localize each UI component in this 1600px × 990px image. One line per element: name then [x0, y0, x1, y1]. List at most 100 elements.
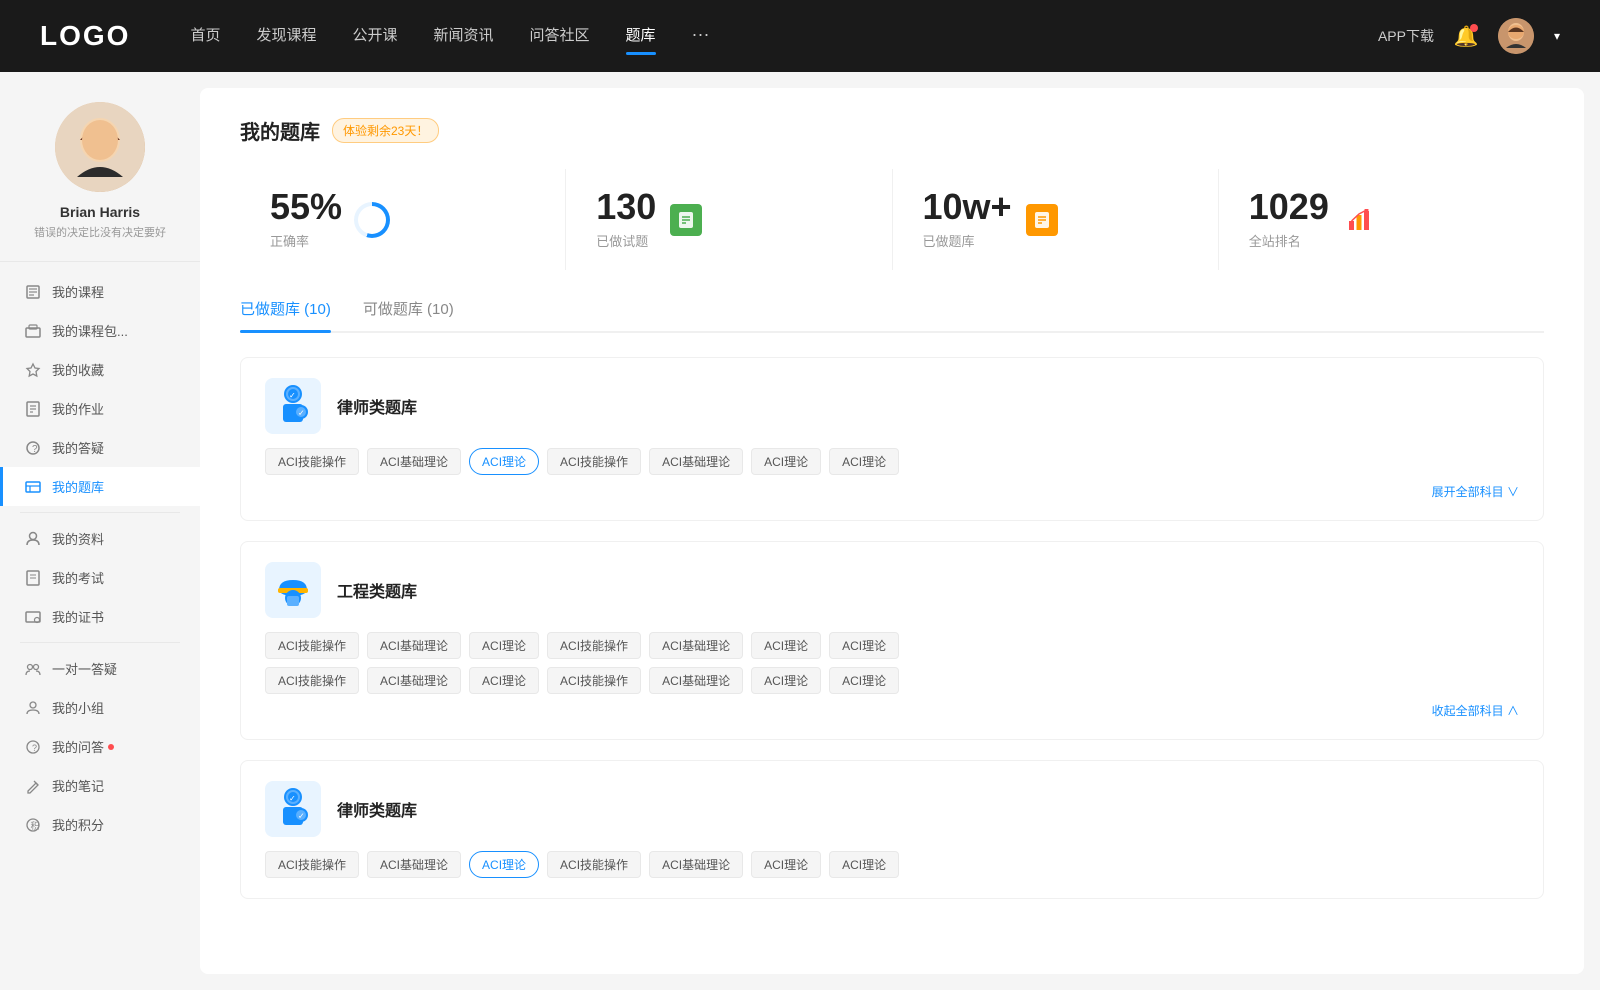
tag-2-1[interactable]: ACI技能操作 — [265, 632, 359, 659]
bank-tags-2-row1: ACI技能操作 ACI基础理论 ACI理论 ACI技能操作 ACI基础理论 AC… — [265, 632, 1519, 659]
tab-done-banks[interactable]: 已做题库 (10) — [240, 298, 331, 331]
nav-home[interactable]: 首页 — [190, 24, 220, 49]
nav-more[interactable]: ··· — [692, 24, 710, 49]
tag-2-5[interactable]: ACI基础理论 — [649, 632, 743, 659]
tag-2-6[interactable]: ACI理论 — [751, 632, 821, 659]
sidebar-item-notes[interactable]: 我的笔记 — [0, 766, 200, 805]
exam-icon — [24, 569, 42, 587]
stat-done-banks: 10w+ 已做题库 — [893, 169, 1219, 270]
sidebar-item-course-package[interactable]: 我的课程包... — [0, 311, 200, 350]
accuracy-number: 55% — [270, 189, 342, 225]
sidebar-item-favorites[interactable]: 我的收藏 — [0, 350, 200, 389]
nav-qa[interactable]: 问答社区 — [530, 24, 590, 49]
bank-tags-3: ACI技能操作 ACI基础理论 ACI理论 ACI技能操作 ACI基础理论 AC… — [265, 851, 1519, 878]
sidebar-label-certificate: 我的证书 — [52, 607, 104, 626]
sidebar-item-points[interactable]: 积 我的积分 — [0, 805, 200, 844]
bank-card-lawyer-1: ✓ ✓ 律师类题库 ACI技能操作 ACI基础理论 ACI理论 ACI技能操作 … — [240, 357, 1544, 521]
tab-available-banks[interactable]: 可做题库 (10) — [363, 298, 454, 331]
sidebar-item-homework[interactable]: 我的作业 — [0, 389, 200, 428]
tag-2-3[interactable]: ACI理论 — [469, 632, 539, 659]
stat-done-questions-text: 130 已做试题 — [596, 189, 656, 250]
chart-red-icon — [1343, 204, 1375, 236]
sidebar-divider-1 — [20, 512, 180, 513]
sidebar-item-my-qa[interactable]: ? 我的问答 — [0, 727, 200, 766]
tag-3-6[interactable]: ACI理论 — [751, 851, 821, 878]
tag-2-7[interactable]: ACI理论 — [829, 632, 899, 659]
tag-2r-2[interactable]: ACI基础理论 — [367, 667, 461, 694]
questions-icon: ? — [24, 439, 42, 457]
nav-questions[interactable]: 题库 — [626, 24, 656, 49]
tag-1-1[interactable]: ACI技能操作 — [265, 448, 359, 475]
ranking-label: 全站排名 — [1249, 231, 1329, 250]
tag-3-5[interactable]: ACI基础理论 — [649, 851, 743, 878]
tag-2r-7[interactable]: ACI理论 — [829, 667, 899, 694]
tag-1-7[interactable]: ACI理论 — [829, 448, 899, 475]
stat-done-questions: 130 已做试题 — [566, 169, 892, 270]
expand-bank-1[interactable]: 展开全部科目 ∨ — [265, 483, 1519, 500]
certificate-icon — [24, 608, 42, 626]
chevron-down-icon[interactable]: ▾ — [1554, 29, 1560, 43]
sidebar-item-exam[interactable]: 我的考试 — [0, 558, 200, 597]
svg-text:✓: ✓ — [298, 812, 305, 821]
pie-center — [358, 206, 386, 234]
lawyer-icon-1: ✓ ✓ — [265, 378, 321, 434]
tag-3-7[interactable]: ACI理论 — [829, 851, 899, 878]
tag-2-2[interactable]: ACI基础理论 — [367, 632, 461, 659]
avatar[interactable] — [1498, 18, 1534, 54]
tag-2r-1[interactable]: ACI技能操作 — [265, 667, 359, 694]
top-navigation: LOGO 首页 发现课程 公开课 新闻资讯 问答社区 题库 ··· APP下载 … — [0, 0, 1600, 72]
app-download-link[interactable]: APP下载 — [1378, 26, 1434, 46]
logo[interactable]: LOGO — [40, 20, 130, 52]
sidebar-item-profile[interactable]: 我的资料 — [0, 519, 200, 558]
tag-2r-5[interactable]: ACI基础理论 — [649, 667, 743, 694]
bank-header-3: ✓ ✓ 律师类题库 — [265, 781, 1519, 837]
tag-3-1[interactable]: ACI技能操作 — [265, 851, 359, 878]
svg-text:✓: ✓ — [289, 391, 296, 400]
sidebar-item-courses[interactable]: 我的课程 — [0, 272, 200, 311]
favorites-icon — [24, 361, 42, 379]
sidebar-label-profile: 我的资料 — [52, 529, 104, 548]
sidebar-item-questions[interactable]: ? 我的答疑 — [0, 428, 200, 467]
stat-done-banks-text: 10w+ 已做题库 — [923, 189, 1012, 250]
trial-badge: 体验剩余23天！ — [332, 118, 439, 143]
sidebar-label-group: 我的小组 — [52, 698, 104, 717]
tag-2r-4[interactable]: ACI技能操作 — [547, 667, 641, 694]
nav-news[interactable]: 新闻资讯 — [434, 24, 494, 49]
ranking-icon — [1341, 202, 1377, 238]
done-banks-label: 已做题库 — [923, 231, 1012, 250]
notification-dot — [1470, 24, 1478, 32]
done-questions-label: 已做试题 — [596, 231, 656, 250]
sidebar-item-certificate[interactable]: 我的证书 — [0, 597, 200, 636]
nav-discover[interactable]: 发现课程 — [256, 24, 316, 49]
sidebar-label-notes: 我的笔记 — [52, 776, 104, 795]
tag-1-5[interactable]: ACI基础理论 — [649, 448, 743, 475]
page-header: 我的题库 体验剩余23天！ — [240, 116, 1544, 145]
tag-2-4[interactable]: ACI技能操作 — [547, 632, 641, 659]
notification-bell[interactable]: 🔔 — [1454, 24, 1478, 48]
sidebar-label-homework: 我的作业 — [52, 399, 104, 418]
tag-1-3[interactable]: ACI理论 — [469, 448, 539, 475]
one-on-one-icon — [24, 660, 42, 678]
profile-motto: 错误的决定比没有决定要好 — [34, 226, 166, 241]
tag-2r-3[interactable]: ACI理论 — [469, 667, 539, 694]
my-qa-icon: ? — [24, 738, 42, 756]
sidebar-item-group[interactable]: 我的小组 — [0, 688, 200, 727]
engineer-icon — [265, 562, 321, 618]
sidebar-item-questionbank[interactable]: 我的题库 — [0, 467, 200, 506]
sidebar-item-1on1[interactable]: 一对一答疑 — [0, 649, 200, 688]
tag-1-2[interactable]: ACI基础理论 — [367, 448, 461, 475]
tag-2r-6[interactable]: ACI理论 — [751, 667, 821, 694]
tag-1-6[interactable]: ACI理论 — [751, 448, 821, 475]
tabs-row: 已做题库 (10) 可做题库 (10) — [240, 298, 1544, 333]
collapse-bank-2[interactable]: 收起全部科目 ∧ — [265, 702, 1519, 719]
tag-3-3[interactable]: ACI理论 — [469, 851, 539, 878]
done-questions-icon — [668, 202, 704, 238]
nav-opencourse[interactable]: 公开课 — [352, 24, 397, 49]
tag-1-4[interactable]: ACI技能操作 — [547, 448, 641, 475]
courses-icon — [24, 283, 42, 301]
tag-3-2[interactable]: ACI基础理论 — [367, 851, 461, 878]
points-icon: 积 — [24, 816, 42, 834]
done-banks-icon — [1024, 202, 1060, 238]
sidebar-divider-2 — [20, 642, 180, 643]
tag-3-4[interactable]: ACI技能操作 — [547, 851, 641, 878]
